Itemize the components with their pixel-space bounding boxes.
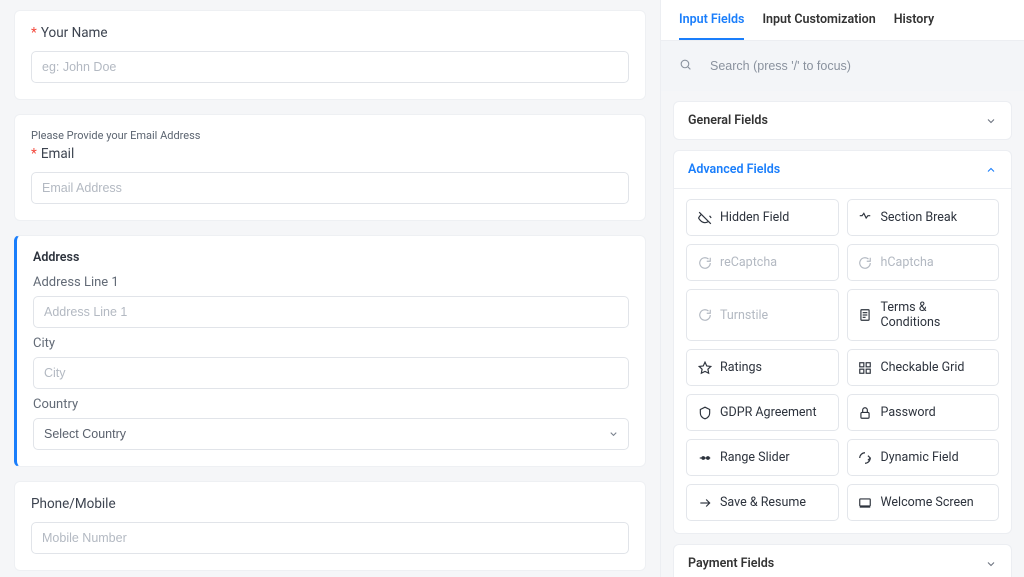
field-block-email[interactable]: Please Provide your Email Address * Emai…	[14, 114, 646, 221]
fields-palette: General Fields Advanced Fields Hidden Fi	[661, 91, 1024, 577]
sidebar-tabs: Input Fields Input Customization History	[661, 0, 1024, 41]
email-helper: Please Provide your Email Address	[31, 129, 629, 142]
form-preview-pane: * Your Name Please Provide your Email Ad…	[0, 0, 660, 577]
group-payment-header[interactable]: Payment Fields	[674, 545, 1011, 577]
country-select[interactable]: Select Country	[33, 418, 629, 450]
phone-input[interactable]	[31, 522, 629, 554]
field-block-name[interactable]: * Your Name	[14, 10, 646, 100]
email-label: * Email	[31, 146, 629, 162]
sidebar-panel: Input Fields Input Customization History…	[660, 0, 1024, 577]
search-icon	[679, 58, 692, 75]
name-input[interactable]	[31, 51, 629, 83]
field-block-phone[interactable]: Phone/Mobile	[14, 481, 646, 571]
chevron-down-icon	[985, 558, 997, 570]
shield-icon	[697, 405, 712, 420]
addr1-label: Address Line 1	[33, 275, 629, 290]
grid-icon	[858, 360, 873, 375]
turnstile-icon	[697, 308, 712, 323]
chip-hidden-field[interactable]: Hidden Field	[686, 199, 839, 236]
chip-range-slider[interactable]: Range Slider	[686, 439, 839, 476]
welcome-icon	[858, 495, 873, 510]
email-input[interactable]	[31, 172, 629, 204]
search-input[interactable]	[700, 51, 1006, 81]
chip-save-resume[interactable]: Save & Resume	[686, 484, 839, 521]
hcaptcha-icon	[858, 255, 873, 270]
addr1-input[interactable]	[33, 296, 629, 328]
country-label: Country	[33, 397, 629, 412]
chevron-down-icon	[985, 115, 997, 127]
lock-icon	[858, 405, 873, 420]
chevron-up-icon	[985, 164, 997, 176]
group-advanced-fields: Advanced Fields Hidden Field Section B	[673, 150, 1012, 534]
group-payment-fields: Payment Fields	[673, 544, 1012, 577]
chip-dynamic-field[interactable]: Dynamic Field	[847, 439, 1000, 476]
eye-off-icon	[697, 210, 712, 225]
chip-gdpr-agreement[interactable]: GDPR Agreement	[686, 394, 839, 431]
address-section-title: Address	[33, 250, 629, 265]
chip-ratings[interactable]: Ratings	[686, 349, 839, 386]
name-label: * Your Name	[31, 25, 629, 41]
chip-hcaptcha: hCaptcha	[847, 244, 1000, 281]
dynamic-icon	[858, 450, 873, 465]
chip-recaptcha: reCaptcha	[686, 244, 839, 281]
slider-icon	[697, 450, 712, 465]
search-bar	[661, 41, 1024, 91]
group-general-fields: General Fields	[673, 101, 1012, 140]
chip-password[interactable]: Password	[847, 394, 1000, 431]
advanced-fields-grid: Hidden Field Section Break reCaptcha	[674, 188, 1011, 533]
field-block-address[interactable]: Address Address Line 1 City Country Sele…	[14, 235, 646, 467]
city-input[interactable]	[33, 357, 629, 389]
arrow-right-icon	[697, 495, 712, 510]
chip-checkable-grid[interactable]: Checkable Grid	[847, 349, 1000, 386]
document-icon	[858, 308, 873, 323]
chip-terms-conditions[interactable]: Terms & Conditions	[847, 289, 1000, 341]
chip-turnstile: Turnstile	[686, 289, 839, 341]
tab-history[interactable]: History	[894, 0, 934, 40]
chip-section-break[interactable]: Section Break	[847, 199, 1000, 236]
section-break-icon	[858, 210, 873, 225]
city-label: City	[33, 336, 629, 351]
group-advanced-header[interactable]: Advanced Fields	[674, 151, 1011, 188]
tab-input-customization[interactable]: Input Customization	[762, 0, 875, 40]
group-general-header[interactable]: General Fields	[674, 102, 1011, 139]
recaptcha-icon	[697, 255, 712, 270]
phone-label: Phone/Mobile	[31, 496, 116, 512]
chip-welcome-screen[interactable]: Welcome Screen	[847, 484, 1000, 521]
star-icon	[697, 360, 712, 375]
tab-input-fields[interactable]: Input Fields	[679, 0, 744, 40]
